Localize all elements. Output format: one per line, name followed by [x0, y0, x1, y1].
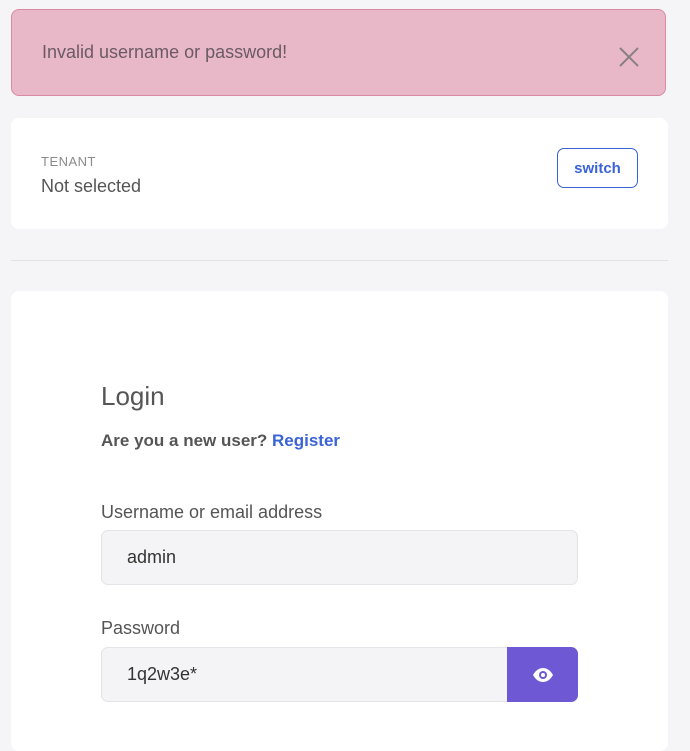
new-user-prompt: Are you a new user? Register [101, 431, 340, 451]
login-title: Login [101, 381, 165, 411]
tenant-label: TENANT [41, 154, 96, 169]
divider [11, 260, 668, 261]
switch-tenant-button[interactable]: switch [557, 148, 638, 188]
show-password-button[interactable] [507, 647, 578, 702]
tenant-value: Not selected [41, 176, 142, 196]
password-label: Password [101, 618, 181, 638]
tenant-card: TENANT Not selected switch [11, 118, 668, 229]
username-input[interactable] [101, 530, 578, 585]
error-alert: Invalid username or password! [11, 9, 666, 96]
close-icon[interactable] [618, 46, 640, 68]
new-user-text: Are you a new user? [101, 431, 268, 450]
password-input[interactable] [101, 647, 508, 702]
username-label: Username or email address [101, 502, 323, 522]
login-card: Login Are you a new user? Register Usern… [11, 291, 668, 751]
alert-message: Invalid username or password! [42, 42, 288, 62]
register-link[interactable]: Register [272, 431, 340, 450]
eye-icon [532, 667, 553, 682]
